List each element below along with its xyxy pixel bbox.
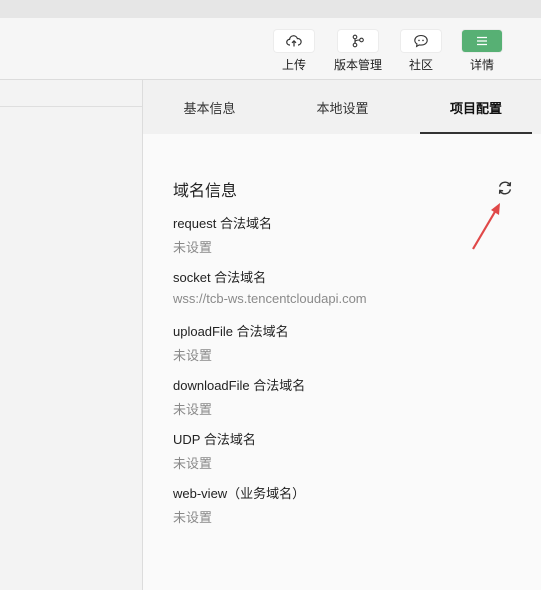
window-top-strip [0,0,541,18]
upload-button-box[interactable] [274,30,314,52]
details-button-box[interactable] [462,30,502,52]
domain-item-value: 未设置 [173,240,213,255]
domain-item-name: request 合法域名 [173,216,272,231]
domain-item-value: 未设置 [173,456,213,471]
community-button[interactable]: 社区 [391,30,451,76]
editor-pane [0,80,142,590]
upload-button[interactable]: 上传 [264,30,324,76]
refresh-icon[interactable] [497,180,513,196]
version-management-label: 版本管理 [333,58,382,72]
domain-item-download-file: downloadFile 合法域名 未设置 [173,375,305,418]
community-button-box[interactable] [401,30,441,52]
tab-basic-info[interactable]: 基本信息 [143,80,276,134]
domain-item-name: uploadFile 合法域名 [173,324,289,339]
domain-item-name: downloadFile 合法域名 [173,378,306,393]
domain-item-web-view: web-view（业务域名） 未设置 [173,483,305,526]
domain-item-value: 未设置 [173,510,213,525]
tab-project-config[interactable]: 项目配置 [420,80,532,134]
domain-item-value: 未设置 [173,402,213,417]
domain-info-title: 域名信息 [173,183,238,200]
domain-item-name: web-view（业务域名） [173,486,306,501]
domain-item-socket: socket 合法域名 wss://tcb-ws.tencentcloudapi… [173,267,367,306]
domain-item-request: request 合法域名 未设置 [173,213,272,256]
details-button[interactable]: 详情 [452,30,512,76]
domain-item-value: wss://tcb-ws.tencentcloudapi.com [173,291,367,306]
domain-item-name: socket 合法域名 [173,270,267,285]
editor-header-divider [0,106,142,107]
version-management-button[interactable]: 版本管理 [328,30,388,76]
domain-item-value: 未设置 [173,348,213,363]
arrow-annotation-icon [472,203,500,250]
domain-item-udp: UDP 合法域名 未设置 [173,429,256,472]
community-label: 社区 [408,58,433,72]
menu-icon [477,36,487,46]
project-details-panel: 基本信息 本地设置 项目配置 域名信息 request 合法域名 未设置 soc… [142,80,541,590]
toolbar: 上传 版本管理 社区 详情 [0,18,541,80]
chat-bubble-icon [414,34,428,48]
details-label: 详情 [469,58,494,72]
upload-label: 上传 [281,58,306,72]
details-tabs: 基本信息 本地设置 项目配置 [143,80,541,134]
tab-local-settings[interactable]: 本地设置 [276,80,409,134]
cloud-upload-icon [286,35,302,47]
domain-item-upload-file: uploadFile 合法域名 未设置 [173,321,289,364]
domain-item-name: UDP 合法域名 [173,432,256,447]
version-management-button-box[interactable] [338,30,378,52]
branch-icon [352,34,364,48]
